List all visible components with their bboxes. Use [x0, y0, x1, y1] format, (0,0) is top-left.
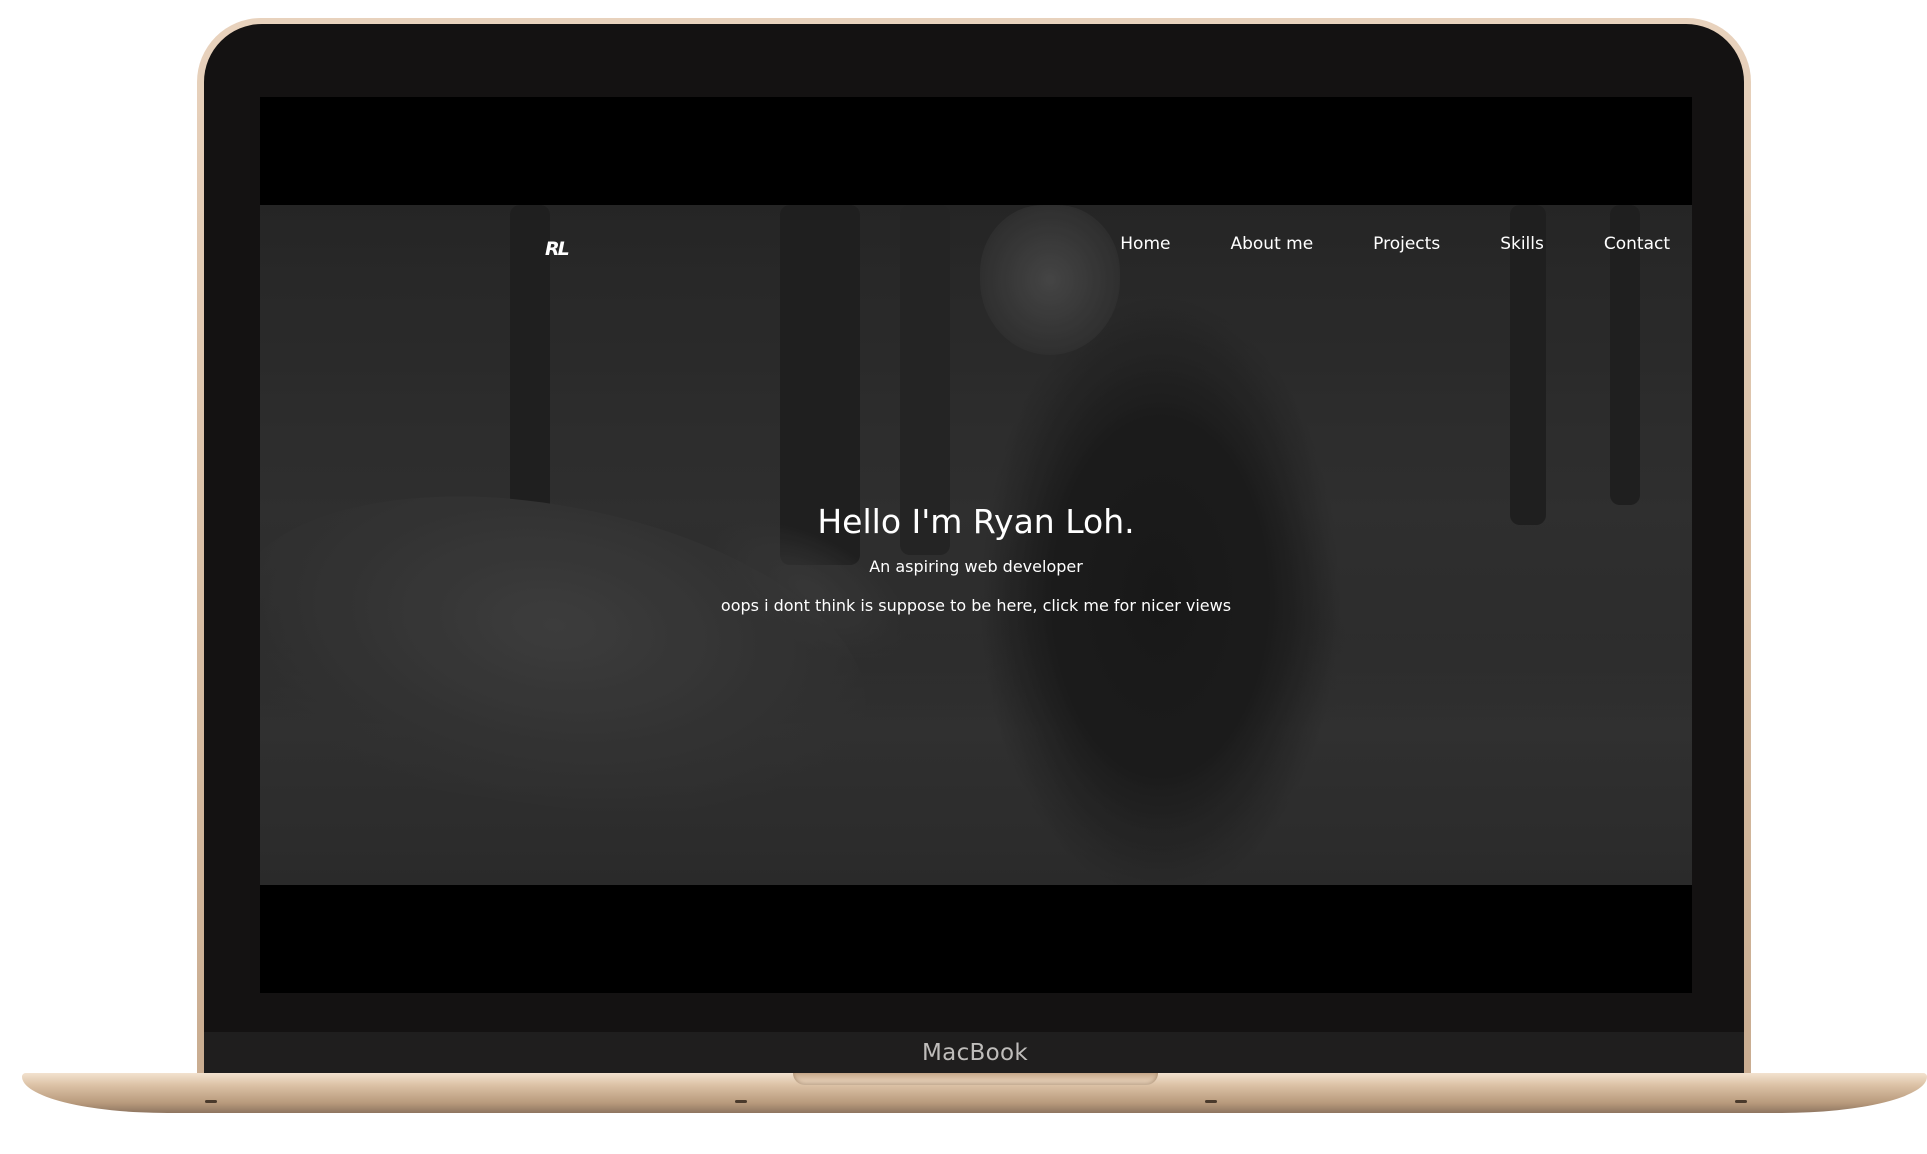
site-logo[interactable]: RL [545, 238, 570, 260]
nav-contact[interactable]: Contact [1604, 234, 1670, 254]
main-nav: Home About me Projects Skills Contact [1120, 234, 1670, 254]
nav-home[interactable]: Home [1120, 234, 1170, 254]
laptop-foot [1205, 1100, 1217, 1103]
hero-subtitle: An aspiring web developer [869, 557, 1083, 576]
nav-projects[interactable]: Projects [1373, 234, 1440, 254]
laptop-foot [735, 1100, 747, 1103]
laptop-brand-label: MacBook [922, 1040, 1028, 1066]
laptop-foot [205, 1100, 217, 1103]
hero-section: RL Home About me Projects Skills Contact… [260, 205, 1692, 885]
nicer-views-link[interactable]: oops i dont think is suppose to be here,… [721, 596, 1231, 615]
hero-title: Hello I'm Ryan Loh. [817, 502, 1135, 541]
hero-text: Hello I'm Ryan Loh. An aspiring web deve… [260, 502, 1692, 616]
laptop-foot [1735, 1100, 1747, 1103]
laptop-hinge-notch [793, 1073, 1158, 1085]
nav-about-me[interactable]: About me [1230, 234, 1313, 254]
laptop-screen: RL Home About me Projects Skills Contact… [260, 97, 1692, 993]
nav-skills[interactable]: Skills [1500, 234, 1544, 254]
